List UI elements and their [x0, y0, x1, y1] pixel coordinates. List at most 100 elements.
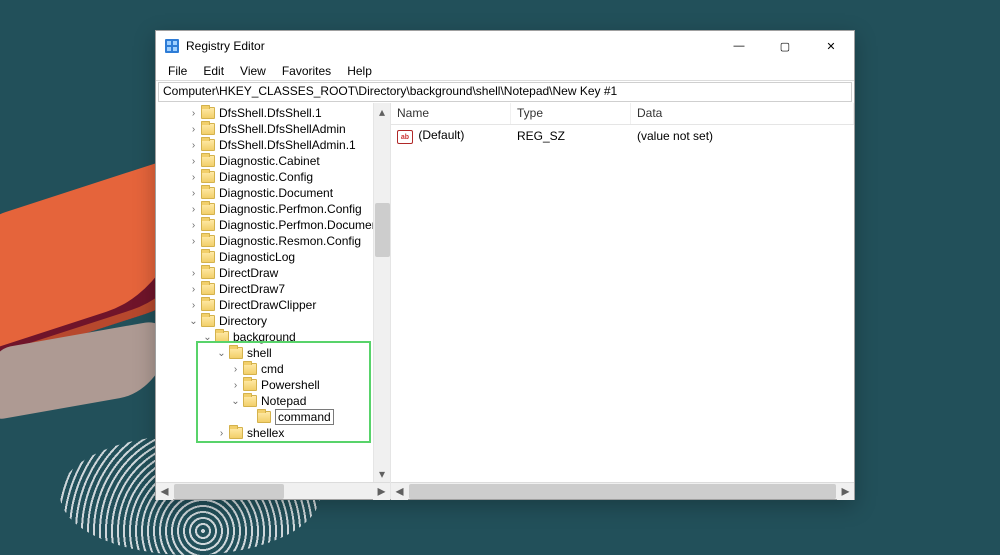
- titlebar[interactable]: Registry Editor — ▢ ✕: [156, 31, 854, 61]
- menu-file[interactable]: File: [162, 63, 193, 79]
- col-type[interactable]: Type: [511, 103, 631, 124]
- chevron-down-icon[interactable]: ⌄: [202, 332, 213, 343]
- folder-icon: [243, 379, 257, 391]
- value-name: (Default): [418, 128, 464, 142]
- menu-view[interactable]: View: [234, 63, 272, 79]
- h-scroll-thumb[interactable]: [174, 484, 284, 499]
- tree-item-label: Directory: [219, 314, 267, 328]
- chevron-right-icon[interactable]: ›: [188, 220, 199, 231]
- tree-item[interactable]: ›Diagnostic.Config: [160, 169, 390, 185]
- chevron-right-icon[interactable]: ›: [230, 380, 241, 391]
- scroll-thumb[interactable]: [375, 203, 390, 257]
- scroll-left-icon[interactable]: ◂: [156, 483, 173, 500]
- tree-item[interactable]: › DfsShell.DfsShellAdmin.1: [160, 137, 390, 153]
- chevron-down-icon[interactable]: ⌄: [188, 316, 199, 327]
- chevron-right-icon[interactable]: ›: [188, 124, 199, 135]
- tree-item-label: DfsShell.DfsShellAdmin: [219, 122, 346, 136]
- folder-icon: [229, 427, 243, 439]
- scroll-right-icon[interactable]: ▸: [373, 483, 390, 500]
- folder-icon: [201, 267, 215, 279]
- minimize-button[interactable]: —: [716, 31, 762, 61]
- tree-item[interactable]: ›Diagnostic.Perfmon.Document: [160, 217, 390, 233]
- tree-item[interactable]: ›Powershell: [160, 377, 390, 393]
- tree-item[interactable]: ⌄background: [160, 329, 390, 345]
- values-pane: Name Type Data ab (Default) REG_SZ (valu…: [391, 103, 854, 499]
- tree-item[interactable]: › Diagnostic.Resmon.Config: [160, 233, 390, 249]
- col-data[interactable]: Data: [631, 103, 854, 124]
- tree-item[interactable]: › DirectDraw7: [160, 281, 390, 297]
- scroll-down-icon[interactable]: ▾: [374, 465, 390, 482]
- tree-horizontal-scrollbar[interactable]: ◂ ▸: [156, 482, 390, 499]
- maximize-button[interactable]: ▢: [762, 31, 808, 61]
- close-button[interactable]: ✕: [808, 31, 854, 61]
- tree-scroll[interactable]: ▴ ▾ ›DfsShell.DfsShell.1›DfsShell.DfsShe…: [156, 103, 390, 482]
- chevron-right-icon[interactable]: ›: [188, 236, 199, 247]
- folder-icon: [201, 171, 215, 183]
- folder-icon: [201, 251, 215, 263]
- folder-icon: [201, 187, 215, 199]
- chevron-right-icon[interactable]: ›: [188, 300, 199, 311]
- tree-item[interactable]: ›DirectDrawClipper: [160, 297, 390, 313]
- folder-icon: [243, 395, 257, 407]
- address-bar[interactable]: Computer\HKEY_CLASSES_ROOT\Directory\bac…: [158, 82, 852, 102]
- menu-favorites[interactable]: Favorites: [276, 63, 337, 79]
- tree-item[interactable]: › cmd: [160, 361, 390, 377]
- chevron-right-icon[interactable]: ›: [188, 268, 199, 279]
- tree-item[interactable]: DiagnosticLog: [160, 249, 390, 265]
- tree-item[interactable]: ⌄shell: [160, 345, 390, 361]
- value-type: REG_SZ: [511, 129, 631, 143]
- tree-vertical-scrollbar[interactable]: ▴ ▾: [373, 103, 390, 482]
- chevron-down-icon[interactable]: ⌄: [216, 348, 227, 359]
- chevron-right-icon[interactable]: ›: [230, 364, 241, 375]
- chevron-right-icon[interactable]: ›: [188, 172, 199, 183]
- chevron-right-icon[interactable]: ›: [216, 428, 227, 439]
- tree-item-label: Diagnostic.Cabinet: [219, 154, 320, 168]
- tree-item[interactable]: ⌄ Directory: [160, 313, 390, 329]
- list-row[interactable]: ab (Default) REG_SZ (value not set): [391, 127, 854, 145]
- tree-item[interactable]: ⌄ Notepad: [160, 393, 390, 409]
- list-header[interactable]: Name Type Data: [391, 103, 854, 125]
- tree-item-label: DirectDraw7: [219, 282, 285, 296]
- chevron-right-icon[interactable]: ›: [188, 108, 199, 119]
- tree-item[interactable]: › Diagnostic.Cabinet: [160, 153, 390, 169]
- tree-item-label-editing[interactable]: command: [275, 409, 334, 425]
- tree-item[interactable]: › Diagnostic.Perfmon.Config: [160, 201, 390, 217]
- scroll-right-icon[interactable]: ▸: [837, 483, 854, 500]
- tree-item[interactable]: ›Diagnostic.Document: [160, 185, 390, 201]
- folder-icon: [201, 235, 215, 247]
- scroll-left-icon[interactable]: ◂: [391, 483, 408, 500]
- tree-item-label: cmd: [261, 362, 284, 376]
- list-body[interactable]: ab (Default) REG_SZ (value not set): [391, 125, 854, 482]
- scroll-up-icon[interactable]: ▴: [374, 103, 390, 120]
- chevron-right-icon[interactable]: ›: [188, 188, 199, 199]
- tree-item[interactable]: command: [160, 409, 390, 425]
- list-horizontal-scrollbar[interactable]: ◂ ▸: [391, 482, 854, 499]
- folder-icon: [215, 331, 229, 343]
- chevron-down-icon[interactable]: ⌄: [230, 396, 241, 407]
- menu-help[interactable]: Help: [341, 63, 378, 79]
- folder-icon: [201, 219, 215, 231]
- tree-item[interactable]: ›DfsShell.DfsShell.1: [160, 105, 390, 121]
- folder-icon: [201, 283, 215, 295]
- tree-item[interactable]: ›shellex: [160, 425, 390, 441]
- h-scroll-thumb[interactable]: [409, 484, 836, 499]
- tree-item-label: Notepad: [261, 394, 306, 408]
- tree-item-label: Diagnostic.Resmon.Config: [219, 234, 361, 248]
- tree-item-label: Diagnostic.Perfmon.Config: [219, 202, 362, 216]
- string-value-icon: ab: [397, 130, 413, 144]
- tree-item[interactable]: ›DirectDraw: [160, 265, 390, 281]
- chevron-right-icon[interactable]: ›: [188, 140, 199, 151]
- chevron-right-icon[interactable]: ›: [188, 204, 199, 215]
- folder-icon: [201, 203, 215, 215]
- value-data: (value not set): [631, 129, 854, 143]
- tree-item-label: DfsShell.DfsShellAdmin.1: [219, 138, 356, 152]
- tree-item-label: DiagnosticLog: [219, 250, 295, 264]
- menu-edit[interactable]: Edit: [197, 63, 230, 79]
- chevron-right-icon[interactable]: ›: [188, 156, 199, 167]
- chevron-right-icon[interactable]: ›: [188, 284, 199, 295]
- tree-item[interactable]: › DfsShell.DfsShellAdmin: [160, 121, 390, 137]
- folder-icon: [201, 315, 215, 327]
- col-name[interactable]: Name: [391, 103, 511, 124]
- folder-icon: [201, 139, 215, 151]
- folder-icon: [201, 107, 215, 119]
